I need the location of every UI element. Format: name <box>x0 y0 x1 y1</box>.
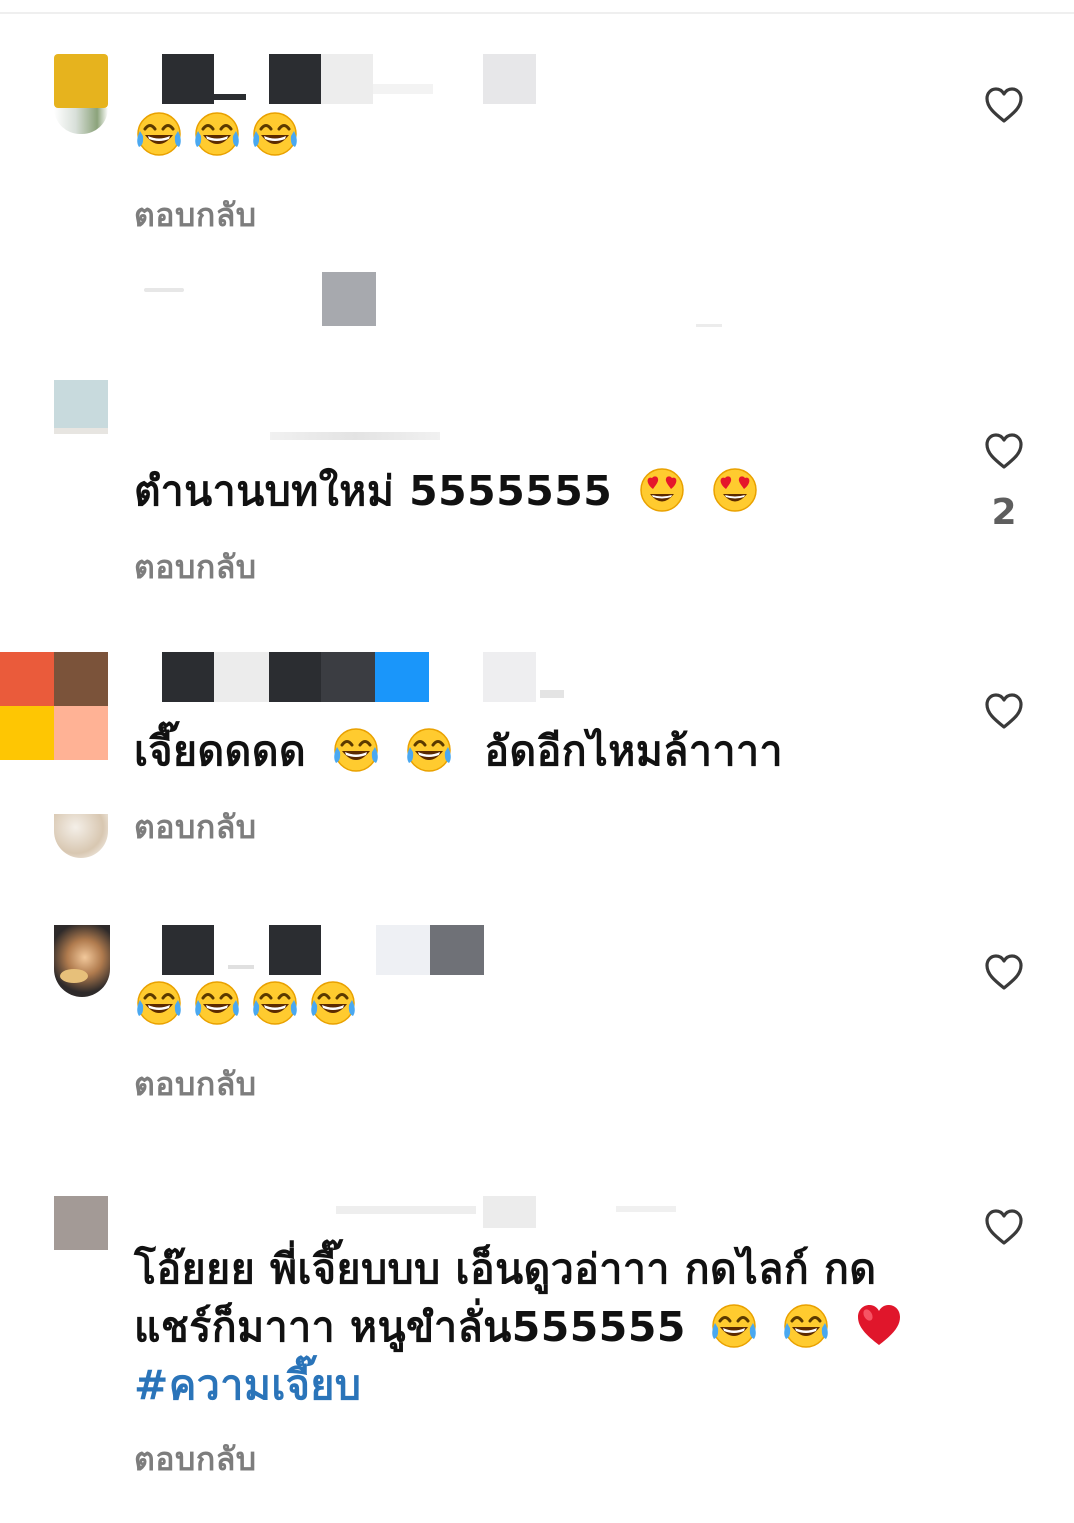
like-count: 2 <box>991 492 1017 533</box>
username-redacted <box>136 54 556 104</box>
comment-line-1: โอ๊ยยย พี่เจี๊ยบบบ เอ็นดูวอ่าาา กดไลก์ ก… <box>134 1245 877 1293</box>
comment-4: ตอบกลับ <box>0 925 1074 1125</box>
comment-text-a: เจี๊ยดดดด <box>134 727 307 775</box>
username-redacted <box>136 925 556 975</box>
comment-text-main: ตำนานบทใหม่ 5555555 <box>134 467 613 515</box>
comment-text: โอ๊ยยย พี่เจี๊ยบบบ เอ็นดูวอ่าาา กดไลก์ ก… <box>134 1240 954 1414</box>
comment-3: เจี๊ยดดดด อัดอีกไหมล้าาาา ตอบกลับ <box>0 652 1074 862</box>
laughing-emoji-icon <box>134 978 184 1028</box>
username-redacted <box>136 1196 676 1246</box>
comment-line-2-text: แชร์ก็มาาา หนูขำลั่น555555 <box>134 1303 686 1351</box>
username-redacted <box>136 652 564 702</box>
comment-2: ตำนานบทใหม่ 5555555 ตอบกลับ 2 <box>0 380 1074 858</box>
comment-text-b: อัดอีกไหมล้าาาา <box>484 727 784 775</box>
laughing-emoji-icon <box>250 978 300 1028</box>
comment-5: โอ๊ยยย พี่เจี๊ยบบบ เอ็นดูวอ่าาา กดไลก์ ก… <box>0 1196 1074 1496</box>
comment-emoji-row <box>134 110 308 166</box>
avatar-edge <box>54 108 108 134</box>
laughing-emoji-icon <box>250 109 300 159</box>
comment-line-2: แชร์ก็มาาา หนูขำลั่น555555 <box>134 1298 954 1356</box>
avatar[interactable] <box>0 652 108 760</box>
heart-outline-icon[interactable] <box>984 86 1024 124</box>
avatar[interactable] <box>54 925 110 997</box>
laughing-emoji-icon <box>709 1301 759 1351</box>
reply-button[interactable]: ตอบกลับ <box>134 1059 257 1110</box>
laughing-emoji-icon <box>192 109 242 159</box>
heart-outline-icon[interactable] <box>984 953 1024 991</box>
laughing-emoji-icon <box>192 978 242 1028</box>
reply-button[interactable]: ตอบกลับ <box>134 542 257 593</box>
comment-text: เจี๊ยดดดด อัดอีกไหมล้าาาา <box>134 722 954 780</box>
heart-outline-icon[interactable] <box>984 1208 1024 1246</box>
heart-eyes-emoji-icon <box>637 465 687 515</box>
username-redacted <box>270 432 440 440</box>
comment-text: ตำนานบทใหม่ 5555555 <box>134 462 954 520</box>
laughing-emoji-icon <box>404 725 454 775</box>
red-heart-icon <box>854 1301 904 1351</box>
heart-eyes-emoji-icon <box>710 465 760 515</box>
laughing-emoji-icon <box>134 109 184 159</box>
username-redacted <box>136 272 736 332</box>
laughing-emoji-icon <box>331 725 381 775</box>
heart-outline-icon[interactable] <box>984 692 1024 730</box>
laughing-emoji-icon <box>781 1301 831 1351</box>
comment-emoji-row <box>134 979 366 1035</box>
comment-1: ตอบกลับ <box>0 0 1074 260</box>
avatar[interactable] <box>54 54 108 108</box>
hashtag-link[interactable]: #ความเจี๊ยบ <box>134 1356 954 1414</box>
avatar[interactable] <box>54 380 108 434</box>
heart-outline-icon[interactable] <box>984 432 1024 470</box>
laughing-emoji-icon <box>308 978 358 1028</box>
reply-button[interactable]: ตอบกลับ <box>134 1434 257 1485</box>
avatar[interactable] <box>54 1196 108 1250</box>
reply-button[interactable]: ตอบกลับ <box>134 802 257 853</box>
reply-button[interactable]: ตอบกลับ <box>134 190 257 241</box>
